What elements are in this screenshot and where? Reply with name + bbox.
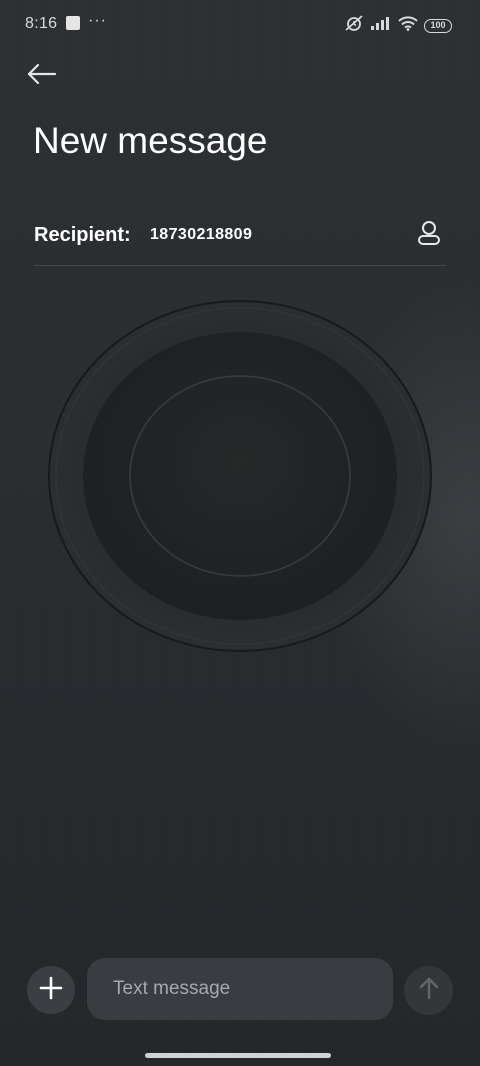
- contact-person-icon: [417, 220, 441, 251]
- arrow-up-icon: [418, 976, 440, 1005]
- send-button[interactable]: [404, 966, 453, 1015]
- alarm-off-icon: [344, 14, 364, 37]
- contact-picker-button[interactable]: [414, 220, 444, 250]
- status-bar: 8:16 ··· 100: [0, 0, 480, 48]
- home-indicator[interactable]: [145, 1053, 331, 1058]
- message-input[interactable]: [87, 958, 393, 1020]
- plus-icon: [39, 976, 63, 1005]
- recipient-row[interactable]: Recipient: 18730218809: [34, 210, 446, 266]
- add-attachment-button[interactable]: [27, 966, 75, 1014]
- recipient-label: Recipient:: [34, 224, 131, 246]
- battery-icon: 100: [424, 18, 452, 33]
- status-icons: 100: [344, 14, 452, 37]
- page-title: New message: [33, 120, 268, 161]
- recipient-number[interactable]: 18730218809: [150, 226, 252, 244]
- status-time: 8:16: [25, 15, 58, 32]
- wifi-icon: [398, 15, 418, 36]
- back-arrow-icon: [27, 63, 57, 90]
- status-more-indicator: ···: [88, 12, 107, 29]
- signal-icon: [370, 16, 392, 35]
- app-notification-icon: [66, 16, 80, 30]
- back-button[interactable]: [22, 58, 62, 94]
- screen: 8:16 ··· 100 New message Recipient: 1873…: [0, 0, 480, 1066]
- decorative-disc: [48, 300, 432, 652]
